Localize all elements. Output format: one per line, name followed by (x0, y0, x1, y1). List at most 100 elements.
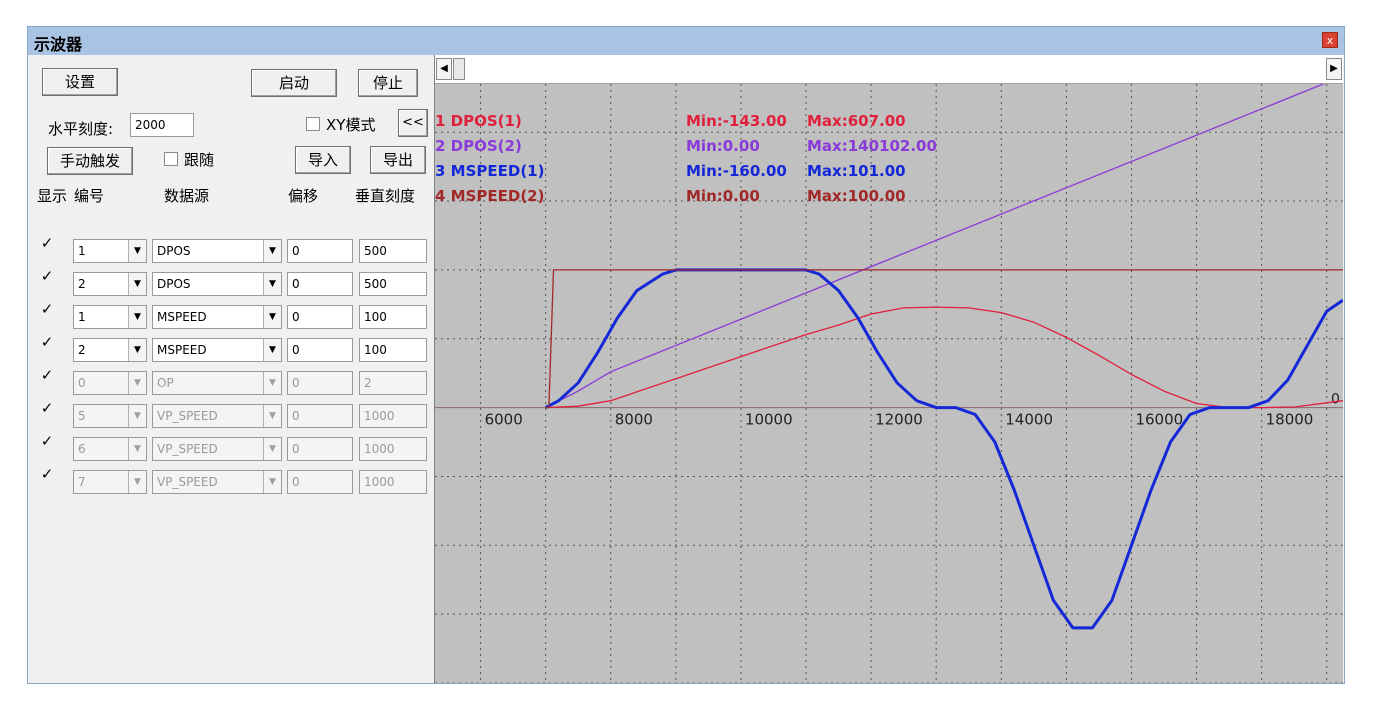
chevron-down-icon[interactable]: ▼ (263, 438, 281, 460)
show-checkbox[interactable]: ✓ (40, 434, 54, 449)
channel-number-value: 2 (78, 343, 86, 357)
data-source-value: DPOS (157, 277, 191, 291)
chevron-down-icon[interactable]: ▼ (128, 438, 146, 460)
chevron-down-icon[interactable]: ▼ (128, 405, 146, 427)
channel-number-value: 5 (78, 409, 86, 423)
offset-input[interactable]: 0 (287, 404, 353, 428)
chevron-down-icon[interactable]: ▼ (128, 306, 146, 328)
show-checkbox[interactable]: ✓ (40, 335, 54, 350)
data-source-select[interactable]: MSPEED ▼ (152, 338, 282, 362)
data-source-select[interactable]: VP_SPEED ▼ (152, 437, 282, 461)
data-source-select[interactable]: VP_SPEED ▼ (152, 404, 282, 428)
show-checkbox[interactable]: ✓ (40, 302, 54, 317)
x-tick-label: 6000 (485, 411, 523, 429)
offset-input[interactable]: 0 (287, 305, 353, 329)
manual-trigger-button[interactable]: 手动触发 (47, 147, 133, 175)
chevron-down-icon[interactable]: ▼ (263, 273, 281, 295)
channel-number-select[interactable]: 0 ▼ (73, 371, 147, 395)
chevron-down-icon[interactable]: ▼ (128, 240, 146, 262)
legend-name: 2 DPOS(2) (435, 137, 522, 155)
show-checkbox[interactable]: ✓ (40, 368, 54, 383)
channel-number-value: 6 (78, 442, 86, 456)
channel-number-select[interactable]: 6 ▼ (73, 437, 147, 461)
show-checkbox[interactable]: ✓ (40, 401, 54, 416)
stop-button[interactable]: 停止 (358, 69, 418, 97)
scroll-right-button[interactable]: ▶ (1326, 58, 1342, 80)
x-tick-label: 18000 (1266, 411, 1314, 429)
data-source-value: OP (157, 376, 174, 390)
data-source-select[interactable]: DPOS ▼ (152, 272, 282, 296)
vertical-scale-input[interactable]: 500 (359, 239, 427, 263)
channel-number-select[interactable]: 2 ▼ (73, 272, 147, 296)
col-header-vscale: 垂直刻度 (355, 187, 416, 205)
start-button[interactable]: 启动 (251, 69, 337, 97)
xy-mode-checkbox[interactable] (306, 117, 320, 131)
show-checkbox[interactable]: ✓ (40, 467, 54, 482)
chevron-down-icon[interactable]: ▼ (263, 405, 281, 427)
channel-number-select[interactable]: 5 ▼ (73, 404, 147, 428)
channel-number-select[interactable]: 2 ▼ (73, 338, 147, 362)
x-tick-label: 14000 (1005, 411, 1053, 429)
legend-max: Max:100.00 (807, 187, 906, 205)
chevron-down-icon[interactable]: ▼ (263, 372, 281, 394)
channel-number-select[interactable]: 1 ▼ (73, 305, 147, 329)
chevron-down-icon[interactable]: ▼ (128, 372, 146, 394)
chevron-down-icon[interactable]: ▼ (263, 306, 281, 328)
offset-input[interactable]: 0 (287, 437, 353, 461)
data-source-select[interactable]: VP_SPEED ▼ (152, 470, 282, 494)
follow-checkbox[interactable] (164, 152, 178, 166)
data-source-value: VP_SPEED (157, 442, 218, 456)
export-button[interactable]: 导出 (370, 146, 426, 174)
legend-name: 3 MSPEED(1) (435, 162, 545, 180)
chevron-down-icon[interactable]: ▼ (128, 339, 146, 361)
vertical-scale-input[interactable]: 1000 (359, 437, 427, 461)
settings-button[interactable]: 设置 (42, 68, 118, 96)
channel-number-value: 1 (78, 310, 86, 324)
channel-number-value: 7 (78, 475, 86, 489)
horizontal-scale-label: 水平刻度: (48, 120, 114, 138)
data-source-select[interactable]: DPOS ▼ (152, 239, 282, 263)
close-button[interactable]: x (1322, 32, 1338, 48)
horizontal-scale-input[interactable]: 2000 (130, 113, 194, 137)
legend-name: 4 MSPEED(2) (435, 187, 545, 205)
show-checkbox[interactable]: ✓ (40, 269, 54, 284)
scroll-thumb[interactable] (453, 58, 465, 80)
legend-max: Max:101.00 (807, 162, 906, 180)
vertical-scale-input[interactable]: 1000 (359, 470, 427, 494)
vertical-scale-input[interactable]: 100 (359, 305, 427, 329)
chevron-down-icon[interactable]: ▼ (263, 339, 281, 361)
offset-input[interactable]: 0 (287, 239, 353, 263)
offset-input[interactable]: 0 (287, 470, 353, 494)
scroll-left-button[interactable]: ◀ (436, 58, 452, 80)
offset-input[interactable]: 0 (287, 272, 353, 296)
x-tick-label: 8000 (615, 411, 653, 429)
col-header-show: 显示 (37, 187, 68, 205)
legend-name: 1 DPOS(1) (435, 112, 522, 130)
vertical-scale-input[interactable]: 500 (359, 272, 427, 296)
data-source-value: DPOS (157, 244, 191, 258)
legend-min: Min:-143.00 (686, 112, 787, 130)
chevron-down-icon[interactable]: ▼ (128, 273, 146, 295)
data-source-select[interactable]: OP ▼ (152, 371, 282, 395)
x-tick-label: 10000 (745, 411, 793, 429)
chevron-down-icon[interactable]: ▼ (263, 240, 281, 262)
import-button[interactable]: 导入 (295, 146, 351, 174)
vertical-scale-input[interactable]: 100 (359, 338, 427, 362)
title-bar: 示波器 x (28, 27, 1344, 55)
chevron-down-icon[interactable]: ▼ (263, 471, 281, 493)
channel-number-select[interactable]: 7 ▼ (73, 470, 147, 494)
data-source-value: MSPEED (157, 310, 207, 324)
vertical-scale-input[interactable]: 1000 (359, 404, 427, 428)
data-source-value: VP_SPEED (157, 475, 218, 489)
scroll-left-icon: ◀ (440, 63, 448, 74)
offset-input[interactable]: 0 (287, 338, 353, 362)
horizontal-scrollbar[interactable]: ◀ ▶ (435, 55, 1343, 84)
vertical-scale-input[interactable]: 2 (359, 371, 427, 395)
show-checkbox[interactable]: ✓ (40, 236, 54, 251)
chevron-down-icon[interactable]: ▼ (128, 471, 146, 493)
x-tick-label: 16000 (1135, 411, 1183, 429)
data-source-select[interactable]: MSPEED ▼ (152, 305, 282, 329)
collapse-button[interactable]: << (398, 109, 428, 137)
channel-number-select[interactable]: 1 ▼ (73, 239, 147, 263)
offset-input[interactable]: 0 (287, 371, 353, 395)
